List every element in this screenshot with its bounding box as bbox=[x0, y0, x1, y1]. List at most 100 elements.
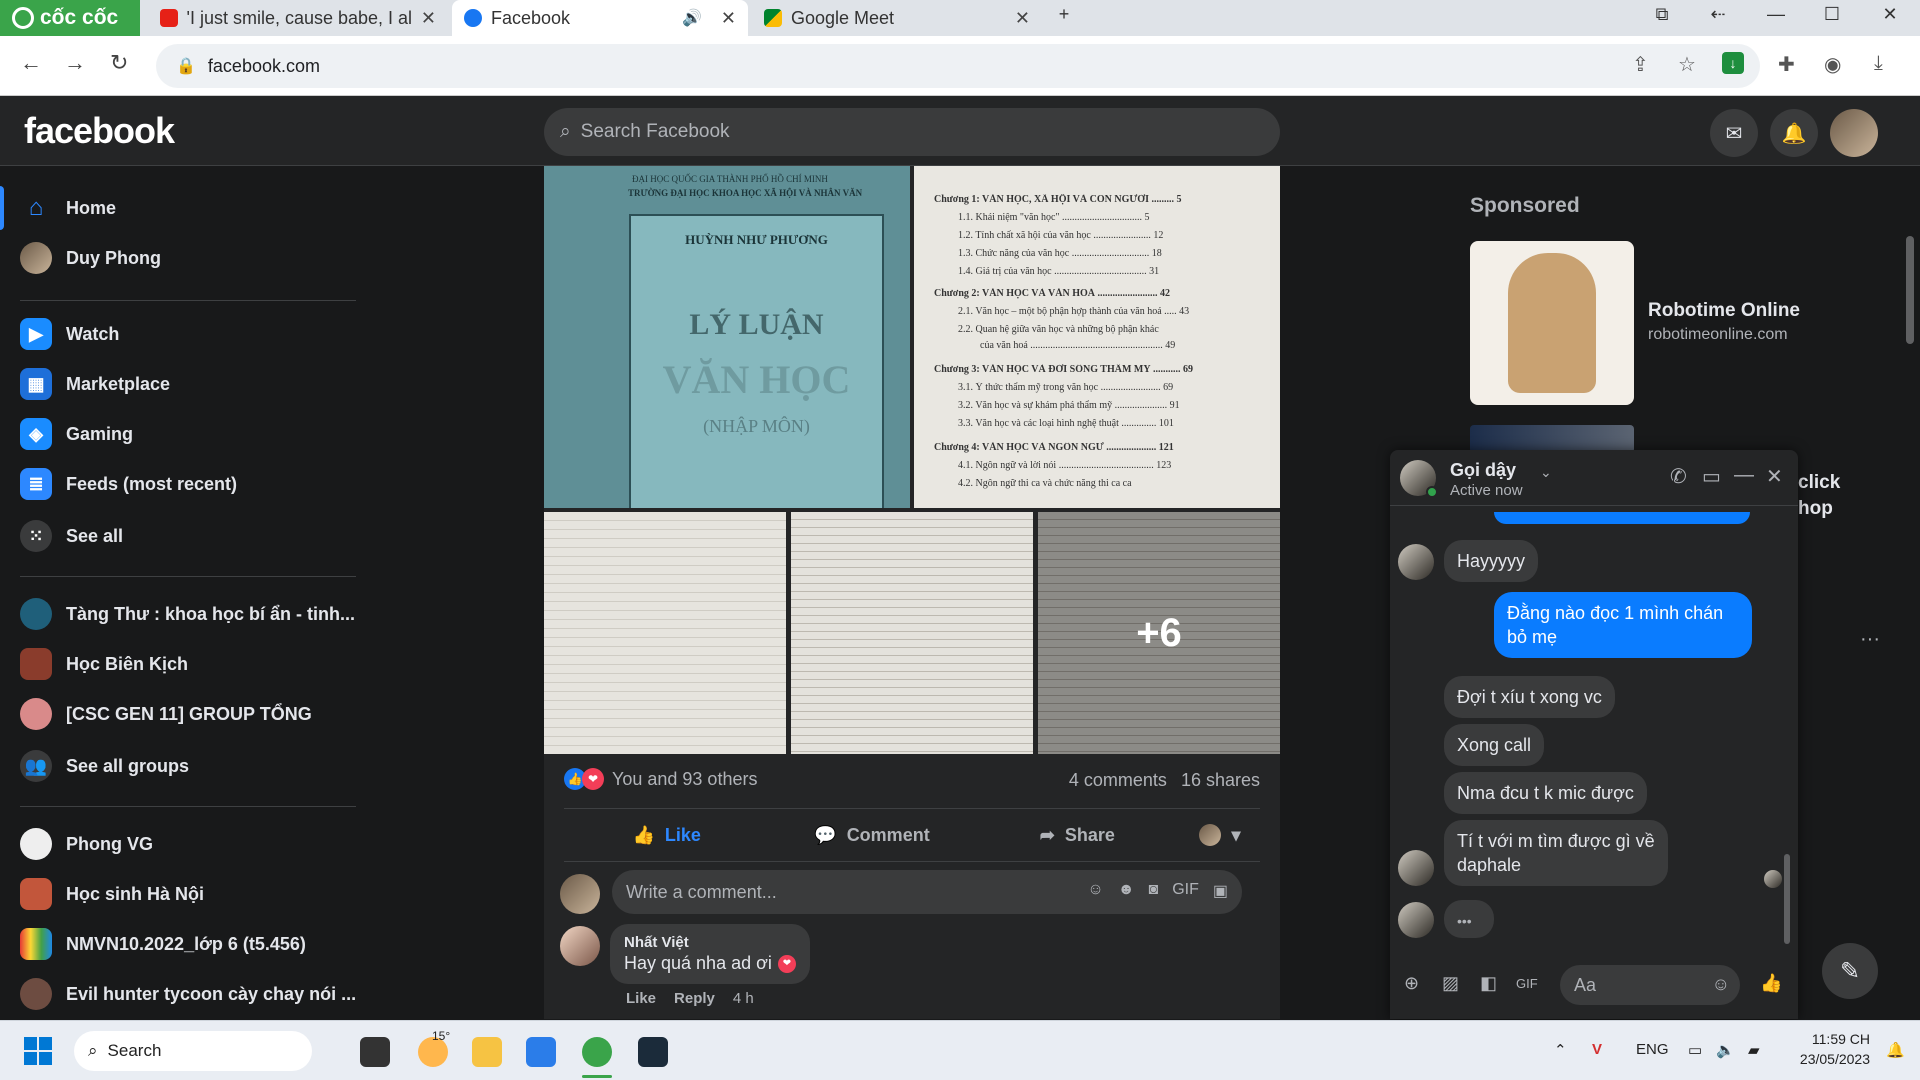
ad-image-2[interactable] bbox=[1470, 425, 1634, 453]
minimize-chat-icon[interactable]: — bbox=[1734, 464, 1754, 487]
post-photo-cover[interactable]: ĐẠI HỌC QUỐC GIA THÀNH PHỐ HỒ CHÍ MINH T… bbox=[544, 166, 910, 508]
post-photo-page[interactable] bbox=[544, 512, 786, 754]
notification-icon[interactable]: 🔔 bbox=[1886, 1041, 1905, 1059]
post-photo-more[interactable]: +6 bbox=[1038, 512, 1280, 754]
back-arrow-icon[interactable]: ⇠ bbox=[1704, 4, 1732, 25]
sidebar-item-marketplace[interactable]: ▦ Marketplace bbox=[20, 362, 360, 406]
sidebar-group-item[interactable]: Tàng Thư : khoa học bí ẩn - tinh... bbox=[20, 592, 360, 636]
audience-selector[interactable]: ▾ bbox=[1180, 809, 1260, 861]
minimize-icon[interactable]: — bbox=[1762, 4, 1790, 25]
avatar-sticker-icon[interactable]: ☺ bbox=[1087, 881, 1103, 901]
comment-like-link[interactable]: Like bbox=[626, 990, 656, 1007]
gif-icon[interactable]: GIF bbox=[1172, 881, 1199, 901]
downloads-icon[interactable]: ⤓ bbox=[1874, 52, 1883, 75]
sidebar-item-home[interactable]: ⌂ Home bbox=[20, 186, 360, 230]
sidebar-item-gaming[interactable]: ◈ Gaming bbox=[20, 412, 360, 456]
sticker-icon[interactable]: ▣ bbox=[1213, 881, 1228, 901]
unikey-icon[interactable]: V bbox=[1592, 1041, 1602, 1058]
facebook-logo[interactable]: facebook bbox=[24, 110, 175, 152]
task-view-icon[interactable] bbox=[360, 1037, 390, 1067]
todo-icon[interactable] bbox=[526, 1037, 556, 1067]
ad-title[interactable]: Robotime Online bbox=[1648, 300, 1800, 322]
image-icon[interactable]: ▨ bbox=[1442, 973, 1459, 994]
close-chat-icon[interactable]: ✕ bbox=[1766, 464, 1783, 489]
new-tab-icon[interactable]: + bbox=[1050, 4, 1078, 25]
screenshot-icon[interactable]: ⧉ bbox=[1648, 4, 1676, 25]
extensions-icon[interactable]: ✚ bbox=[1778, 52, 1795, 77]
messenger-icon[interactable]: ✉ bbox=[1710, 109, 1758, 157]
sidebar-see-all-groups[interactable]: 👥 See all groups bbox=[20, 744, 360, 788]
comment-author[interactable]: Nhất Việt bbox=[624, 934, 796, 951]
post-photo-toc[interactable]: Chương 1: VĂN HỌC, XÃ HỘI VÀ CON NGƯỜI .… bbox=[914, 166, 1280, 508]
chat-scrollbar[interactable] bbox=[1784, 854, 1790, 944]
shares-count[interactable]: 16 shares bbox=[1181, 770, 1260, 791]
sidebar-item-profile[interactable]: Duy Phong bbox=[20, 236, 360, 280]
emoji-icon[interactable]: ☻ bbox=[1118, 881, 1135, 901]
like-button[interactable]: 👍 Like bbox=[564, 809, 769, 861]
sidebar-page-item[interactable]: Phong VG bbox=[20, 822, 360, 866]
share-icon[interactable]: ⇪ bbox=[1632, 52, 1649, 77]
download-ext-icon[interactable]: ↓ bbox=[1722, 52, 1744, 74]
notifications-bell-icon[interactable]: 🔔 bbox=[1770, 109, 1818, 157]
sticker-icon[interactable]: ◧ bbox=[1480, 973, 1497, 994]
search-facebook-input[interactable]: ⌕ Search Facebook bbox=[544, 108, 1280, 156]
volume-icon[interactable]: 🔈 bbox=[1716, 1041, 1735, 1059]
more-options-icon[interactable]: ··· bbox=[1860, 628, 1880, 651]
commenter-avatar[interactable] bbox=[560, 926, 600, 966]
share-button[interactable]: ➦ Share bbox=[975, 809, 1180, 861]
battery-icon[interactable]: ▰ bbox=[1748, 1041, 1760, 1059]
new-message-icon[interactable]: ✎ bbox=[1822, 943, 1878, 999]
thumbs-up-send-icon[interactable]: 👍 bbox=[1760, 973, 1782, 994]
back-icon[interactable]: ← bbox=[20, 50, 42, 76]
taskbar-search[interactable]: ⌕ Search bbox=[74, 1031, 312, 1071]
chat-header[interactable]: Gọi dậy Active now ⌄ ✆ ▭ — ✕ bbox=[1390, 450, 1798, 506]
comment-button[interactable]: 💬 Comment bbox=[769, 809, 974, 861]
account-avatar[interactable] bbox=[1830, 109, 1878, 157]
tab-youtube[interactable]: 'I just smile, cause babe, I alr ✕ bbox=[148, 0, 448, 36]
sidebar-page-item[interactable]: Evil hunter tycoon cày chay nói ... bbox=[20, 972, 360, 1016]
close-tab-icon[interactable]: ✕ bbox=[1015, 8, 1030, 29]
bookmark-star-icon[interactable]: ☆ bbox=[1678, 52, 1696, 77]
gif-icon[interactable]: GIF bbox=[1516, 976, 1538, 991]
love-reaction-icon[interactable]: ❤ bbox=[777, 954, 796, 973]
reload-icon[interactable]: ↻ bbox=[110, 50, 128, 76]
chat-message-input[interactable]: Aa ☺ bbox=[1560, 965, 1740, 1005]
app-icon[interactable] bbox=[638, 1037, 668, 1067]
forward-icon[interactable]: → bbox=[64, 50, 86, 76]
phone-call-icon[interactable]: ✆ bbox=[1670, 464, 1687, 489]
windows-start-icon[interactable] bbox=[24, 1037, 52, 1065]
sidebar-item-feeds[interactable]: ≣ Feeds (most recent) bbox=[20, 462, 360, 506]
coccoc-menu-button[interactable]: cốc cốc bbox=[0, 0, 140, 36]
more-photos-overlay[interactable]: +6 bbox=[1038, 512, 1280, 754]
sidebar-page-item[interactable]: NMVN10.2022_lớp 6 (t5.456) bbox=[20, 922, 360, 966]
sidebar-group-item[interactable]: Học Biên Kịch bbox=[20, 642, 360, 686]
camera-icon[interactable]: ◙ bbox=[1149, 881, 1159, 901]
coccoc-taskbar-icon[interactable] bbox=[582, 1037, 612, 1067]
ad-partial-text[interactable]: hop bbox=[1798, 498, 1833, 520]
network-icon[interactable]: ▭ bbox=[1688, 1041, 1702, 1059]
emoji-icon[interactable]: ☺ bbox=[1712, 974, 1730, 995]
write-comment-input[interactable]: Write a comment... ☺ ☻ ◙ GIF ▣ bbox=[612, 870, 1242, 914]
close-tab-icon[interactable]: ✕ bbox=[721, 8, 736, 29]
chat-contact-name[interactable]: Gọi dậy bbox=[1450, 460, 1516, 481]
post-photo-page[interactable] bbox=[791, 512, 1033, 754]
comments-count[interactable]: 4 comments bbox=[1069, 770, 1167, 791]
taskbar-clock[interactable]: 11:59 CH 23/05/2023 bbox=[1800, 1029, 1870, 1069]
ad-image[interactable] bbox=[1470, 241, 1634, 405]
ad-partial-text[interactable]: click bbox=[1798, 472, 1840, 494]
url-bar[interactable]: 🔒 facebook.com bbox=[156, 44, 1760, 88]
close-tab-icon[interactable]: ✕ bbox=[421, 8, 436, 29]
page-scrollbar[interactable] bbox=[1906, 236, 1914, 344]
sidebar-item-see-all[interactable]: ⁙ See all bbox=[20, 514, 360, 558]
file-explorer-icon[interactable] bbox=[472, 1037, 502, 1067]
tray-chevron-icon[interactable]: ⌃ bbox=[1554, 1041, 1567, 1059]
sidebar-page-item[interactable]: Học sinh Hà Nội bbox=[20, 872, 360, 916]
sidebar-item-watch[interactable]: ▶ Watch bbox=[20, 312, 360, 356]
comment-reply-link[interactable]: Reply bbox=[674, 990, 715, 1007]
chevron-down-icon[interactable]: ⌄ bbox=[1540, 464, 1552, 481]
maximize-icon[interactable]: ☐ bbox=[1818, 4, 1846, 25]
plus-circle-icon[interactable]: ⊕ bbox=[1404, 973, 1419, 994]
sidebar-group-item[interactable]: [CSC GEN 11] GROUP TỔNG bbox=[20, 692, 360, 736]
close-window-icon[interactable]: ✕ bbox=[1876, 4, 1904, 25]
tab-google-meet[interactable]: Google Meet ✕ bbox=[752, 0, 1042, 36]
